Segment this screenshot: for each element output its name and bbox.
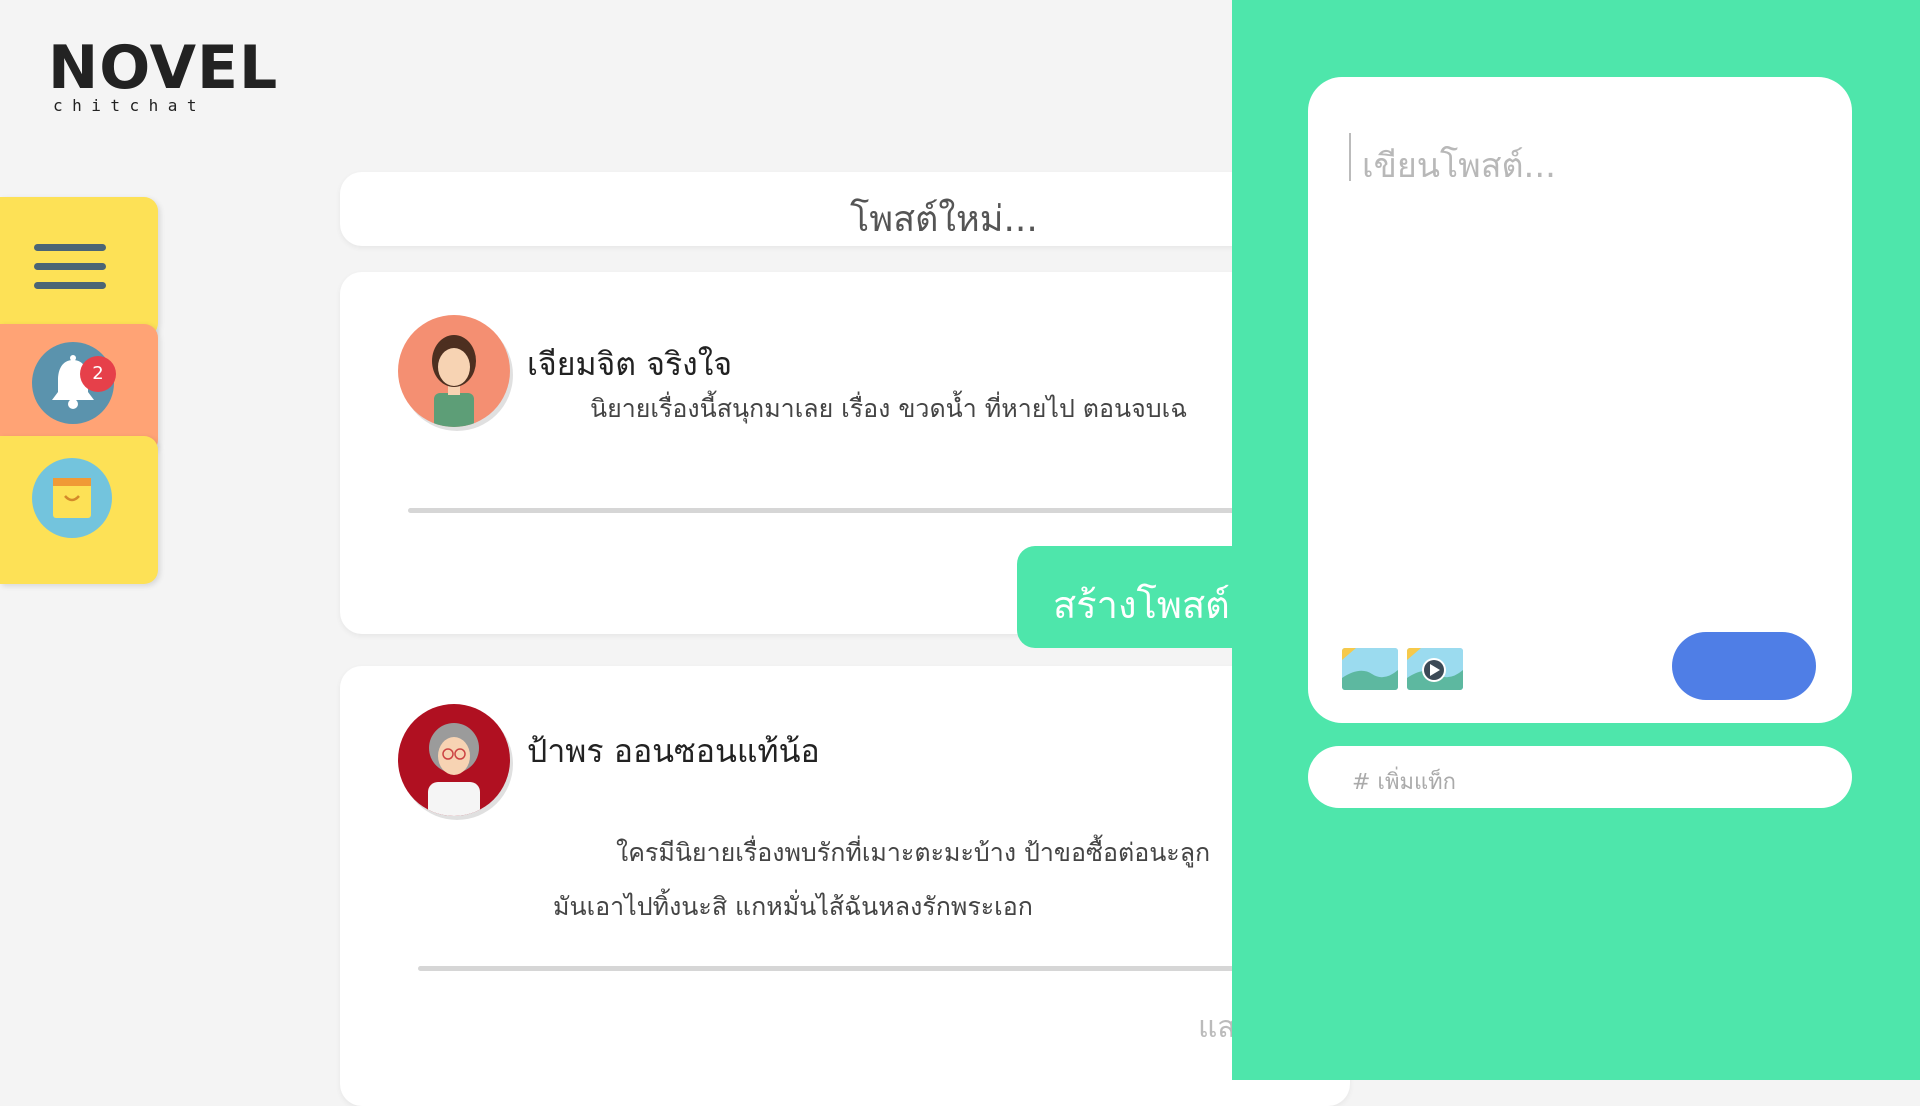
text-caret [1349,133,1351,181]
logo-subtitle: chitchat [53,96,207,115]
create-post-label: สร้างโพสต์ [1053,583,1230,627]
avatar[interactable] [398,315,510,427]
post-content: นิยายเรื่องนี้สนุกมาเลย เรื่อง ขวดน้ำ ที… [590,394,1188,423]
post-divider [418,966,1350,971]
post-trailing-text[interactable]: แส [1198,1004,1236,1051]
shopping-bag-icon [53,478,91,518]
tag-placeholder: # เพิ่มแท็ก [1352,770,1456,795]
image-icon[interactable] [1342,648,1398,690]
new-post-placeholder: โพสต์ใหม่... [850,199,1038,240]
shop-button[interactable] [32,458,112,538]
post-divider [408,508,1350,513]
post-submit-button[interactable] [1672,632,1816,700]
create-post-button[interactable]: สร้างโพสต์ [1017,546,1267,648]
compose-placeholder[interactable]: เขียนโพสต์... [1362,138,1556,192]
post-content-line-1: ใครมีนิยายเรื่องพบรักที่เมาะตะมะบ้าง ป้า… [616,838,1211,867]
logo-title: NOVEL [48,33,279,103]
app-logo[interactable]: NOVEL chitchat [48,33,279,115]
post-author[interactable]: ป้าพร ออนซอนแท้น้อ [527,726,820,777]
avatar[interactable] [398,704,510,816]
new-post-bar[interactable]: โพสต์ใหม่... [340,172,1350,246]
hamburger-menu-icon[interactable] [34,244,106,301]
notification-badge: 2 [80,356,116,392]
post-content-line-2: มันเอาไปทิ้งนะสิ แกหมั่นไส้ฉันหลงรักพระเ… [553,892,1033,921]
video-icon[interactable] [1407,648,1463,690]
post-card: ป้าพร ออนซอนแท้น้อ ใครมีนิยายเรื่องพบรัก… [340,666,1350,1106]
